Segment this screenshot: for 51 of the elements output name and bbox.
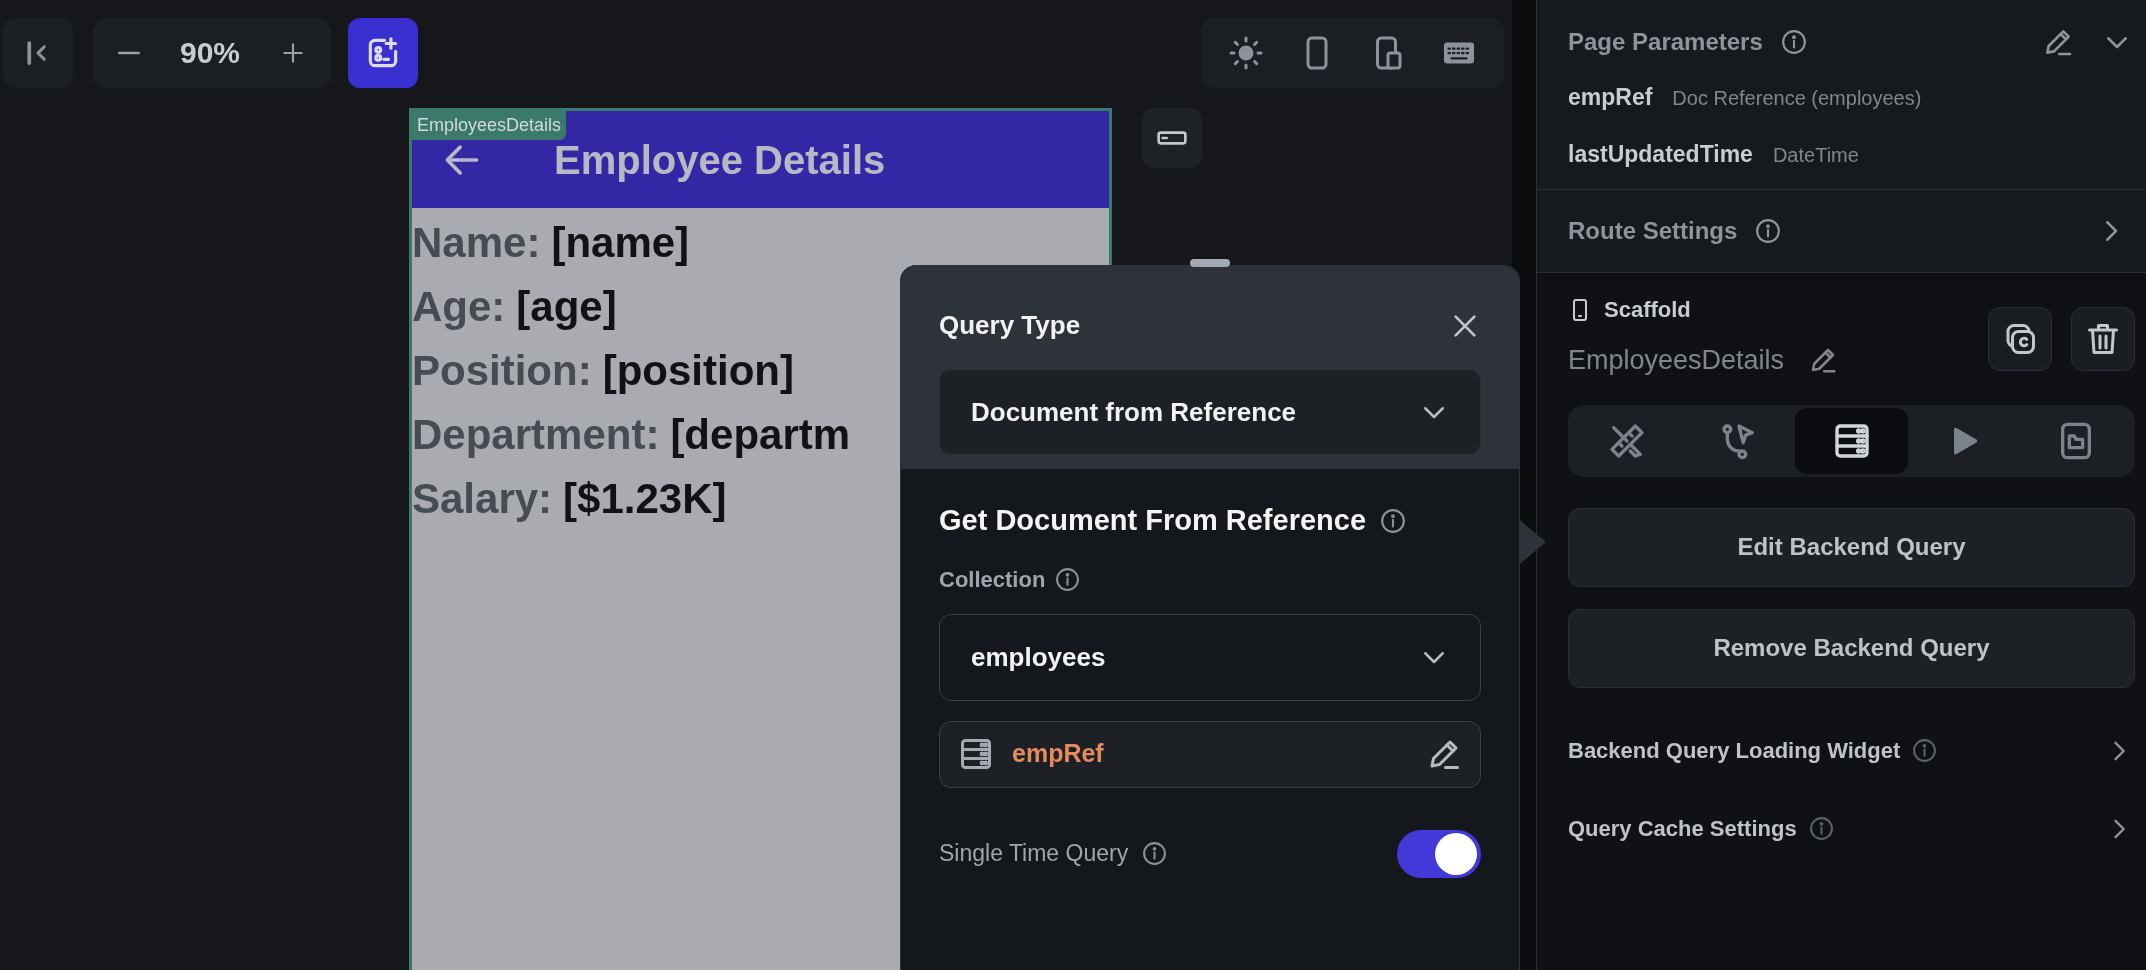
field-value: [position] [602, 345, 794, 396]
parameter-name: lastUpdatedTime [1568, 139, 1753, 169]
database-icon [958, 736, 994, 772]
info-icon[interactable] [1380, 507, 1407, 534]
info-icon [1912, 738, 1938, 763]
delete-button[interactable] [2071, 307, 2135, 372]
collapse-panel-button[interactable] [3, 17, 73, 88]
sun-icon [1228, 34, 1265, 71]
section-title: Get Document From Reference [939, 503, 1367, 538]
edit-query-button[interactable]: Edit Backend Query [1568, 507, 2135, 587]
single-time-query-toggle[interactable] [1397, 829, 1481, 878]
info-icon[interactable] [1780, 29, 1807, 55]
field-label: Position: [412, 345, 592, 396]
widget-tree-button[interactable] [1142, 108, 1202, 168]
theme-button[interactable] [1228, 34, 1265, 71]
drag-handle[interactable] [1190, 259, 1230, 267]
panel-tab[interactable] [1795, 407, 1908, 474]
toggle-label: Single Time Query [939, 839, 1129, 869]
info-icon[interactable] [1142, 841, 1168, 866]
parameter-name: empRef [1568, 83, 1653, 112]
field-value: [name] [551, 217, 690, 268]
settings-row[interactable]: Query Cache Settings [1568, 808, 2135, 849]
widget-type: Scaffold [1604, 296, 1691, 324]
add-widget-button[interactable] [348, 17, 418, 88]
field-value: [$1.23K] [563, 473, 727, 524]
widget-name: EmployeesDetails [1568, 344, 1785, 377]
zoom-out-button[interactable] [118, 50, 140, 55]
info-icon [1808, 816, 1834, 841]
copy-button[interactable] [1988, 307, 2052, 372]
info-icon[interactable] [1055, 566, 1081, 592]
parameter-type: Doc Reference (employees) [1672, 86, 1922, 111]
parameter-type: DateTime [1772, 142, 1859, 168]
zoom-level: 90% [179, 35, 240, 71]
section-title: Page Parameters [1568, 27, 1763, 57]
field-label: Department: [412, 409, 660, 460]
info-icon [1755, 218, 1782, 244]
field-value: [departm [670, 409, 851, 460]
field-value: [age] [516, 281, 617, 332]
field-label: Age: [412, 281, 506, 332]
reference-field[interactable]: empRef [939, 720, 1481, 788]
reference-value: empRef [1012, 738, 1104, 770]
field-label: Salary: [412, 473, 553, 524]
page-label: EmployeesDetails [412, 111, 567, 140]
collection-dropdown[interactable]: employees [939, 613, 1481, 701]
remove-query-button[interactable]: Remove Backend Query [1568, 608, 2135, 688]
settings-row[interactable]: Backend Query Loading Widget [1568, 730, 2135, 771]
field-label: Name: [412, 217, 541, 268]
minus-icon [118, 50, 140, 55]
dialog-title: Query Type [939, 309, 1081, 342]
query-type-dropdown[interactable]: Document from Reference [939, 369, 1481, 455]
collection-label: Collection [939, 565, 1046, 594]
